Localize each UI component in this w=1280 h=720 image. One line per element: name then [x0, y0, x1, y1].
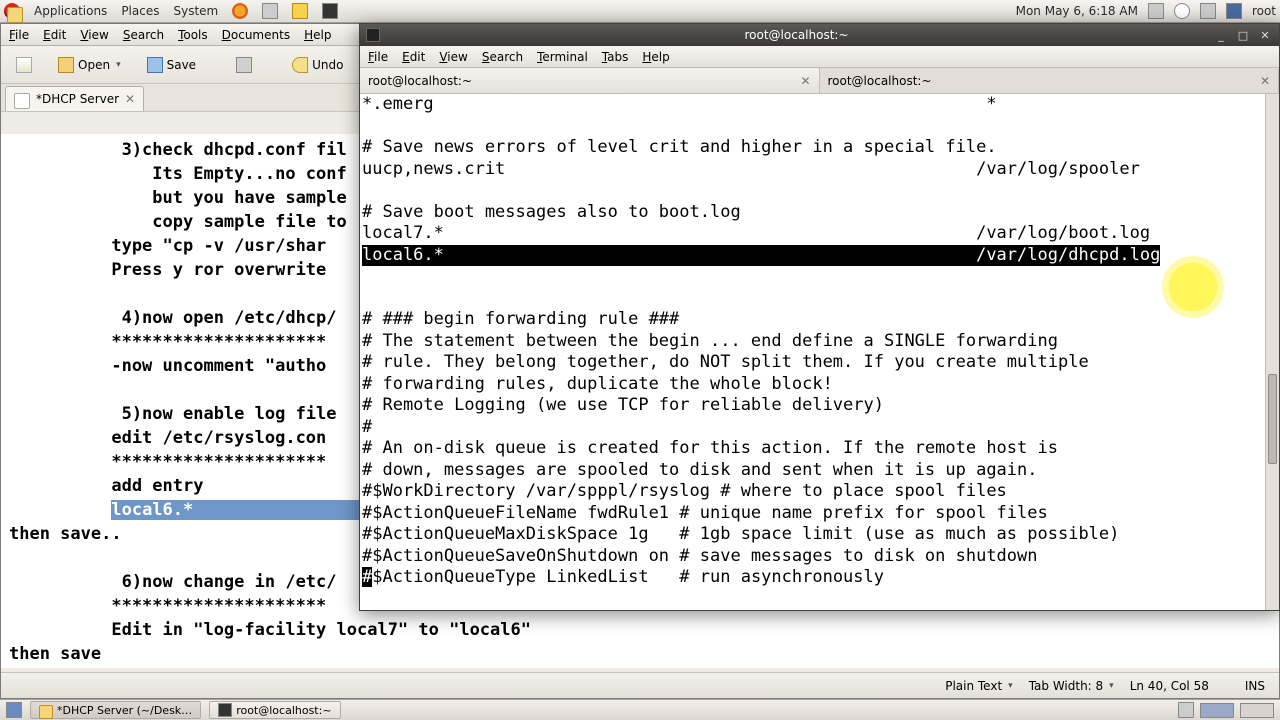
gedit-menu-file[interactable]: File	[9, 28, 29, 42]
document-icon	[14, 93, 30, 109]
terminal-title: root@localhost:~	[386, 28, 1207, 42]
taskbar-entry-gedit-label: *DHCP Server (~/Desk…	[57, 704, 192, 717]
terminal-tab-1[interactable]: root@localhost:~ ✕	[360, 68, 820, 93]
tray-icon-2[interactable]	[1174, 3, 1190, 19]
terminal-highlighted-line: local6.* /var/log/dhcpd.log	[362, 245, 1160, 267]
maximize-button[interactable]: □	[1235, 28, 1251, 42]
term-menu-terminal[interactable]: Terminal	[537, 50, 588, 64]
scrollbar-thumb[interactable]	[1268, 374, 1277, 464]
system-menu[interactable]: System	[173, 4, 218, 18]
applications-menu[interactable]: Applications	[34, 4, 107, 18]
open-icon	[58, 57, 74, 73]
terminal-tab-2[interactable]: root@localhost:~ ✕	[820, 68, 1280, 93]
terminal-icon	[366, 28, 380, 42]
gnome-bottom-panel: *DHCP Server (~/Desk… root@localhost:~	[0, 699, 1280, 720]
print-icon	[236, 57, 252, 73]
cursor-position: Ln 40, Col 58	[1130, 679, 1209, 693]
terminal-scrollbar[interactable]	[1265, 94, 1279, 610]
term-menu-edit[interactable]: Edit	[402, 50, 425, 64]
terminal-text-post: # ### begin forwarding rule ### # The st…	[362, 309, 1119, 566]
terminal-text-pre: *.emerg * # Save news errors of level cr…	[362, 94, 1150, 243]
document-tab-label: *DHCP Server	[36, 92, 119, 106]
gedit-titlebar-icon	[7, 7, 23, 23]
taskbar-entry-terminal-label: root@localhost:~	[236, 704, 331, 717]
terminal-cursor: #	[362, 567, 372, 587]
places-menu[interactable]: Places	[121, 4, 159, 18]
gedit-menu-documents[interactable]: Documents	[222, 28, 290, 42]
network-icon[interactable]	[1226, 3, 1242, 19]
terminal-text-last: $ActionQueueType LinkedList # run asynch…	[372, 567, 884, 587]
terminal-tab-1-label: root@localhost:~	[368, 74, 472, 88]
chevron-down-icon: ▾	[116, 60, 121, 70]
tab-width-dropdown[interactable]: Tab Width: 8 ▾	[1029, 679, 1114, 693]
save-button[interactable]: Save	[138, 52, 205, 78]
highlight-spot	[1162, 256, 1224, 318]
print-button[interactable]	[227, 52, 261, 78]
close-tab-icon[interactable]: ✕	[1260, 74, 1270, 88]
terminal-tabs: root@localhost:~ ✕ root@localhost:~ ✕	[360, 68, 1279, 94]
syntax-mode-label: Plain Text	[945, 679, 1002, 693]
minimize-button[interactable]: _	[1213, 28, 1229, 42]
terminal-launcher-icon[interactable]	[322, 3, 338, 19]
gedit-menu-search[interactable]: Search	[123, 28, 164, 42]
chevron-down-icon: ▾	[1008, 681, 1013, 691]
undo-icon	[292, 57, 308, 73]
term-menu-help[interactable]: Help	[642, 50, 669, 64]
gedit-menu-edit[interactable]: Edit	[43, 28, 66, 42]
undo-label: Undo	[312, 58, 343, 72]
tab-width-label: Tab Width: 8	[1029, 679, 1103, 693]
terminal-icon	[218, 703, 232, 717]
term-menu-file[interactable]: File	[368, 50, 388, 64]
volume-icon[interactable]	[1200, 3, 1216, 19]
terminal-window: root@localhost:~ _ □ ✕ File Edit View Se…	[359, 23, 1280, 611]
term-menu-view[interactable]: View	[439, 50, 467, 64]
gedit-statusbar: Plain Text▾ Tab Width: 8▾ Ln 40, Col 58 …	[1, 672, 1279, 698]
taskbar-entry-terminal[interactable]: root@localhost:~	[209, 701, 340, 719]
gedit-menu-help[interactable]: Help	[304, 28, 331, 42]
terminal-titlebar[interactable]: root@localhost:~ _ □ ✕	[360, 24, 1279, 46]
open-button[interactable]: Open ▾	[49, 52, 130, 78]
note-icon[interactable]	[292, 3, 308, 19]
file-manager-icon[interactable]	[262, 3, 278, 19]
document-icon	[39, 705, 53, 719]
syntax-mode-dropdown[interactable]: Plain Text ▾	[945, 679, 1012, 693]
insert-mode: INS	[1245, 679, 1265, 693]
new-file-icon	[16, 57, 32, 73]
workspace-2[interactable]	[1240, 703, 1274, 718]
taskbar-entry-gedit[interactable]: *DHCP Server (~/Desk…	[30, 701, 201, 719]
save-icon	[147, 57, 163, 73]
user-menu[interactable]: root	[1252, 4, 1276, 18]
close-button[interactable]: ✕	[1257, 28, 1273, 42]
save-label: Save	[167, 58, 196, 72]
firefox-icon[interactable]	[232, 3, 248, 19]
gnome-top-panel: Applications Places System Mon May 6, 6:…	[0, 0, 1280, 23]
tray-app-icon[interactable]	[1178, 702, 1194, 718]
close-tab-icon[interactable]: ✕	[125, 92, 135, 106]
document-tab[interactable]: *DHCP Server ✕	[5, 86, 144, 111]
terminal-menubar: File Edit View Search Terminal Tabs Help	[360, 46, 1279, 68]
chevron-down-icon: ▾	[1109, 681, 1114, 691]
tray-icon-1[interactable]	[1148, 3, 1164, 19]
term-menu-search[interactable]: Search	[482, 50, 523, 64]
new-button[interactable]	[7, 52, 41, 78]
open-label: Open	[78, 58, 110, 72]
gedit-menu-view[interactable]: View	[80, 28, 108, 42]
term-menu-tabs[interactable]: Tabs	[602, 50, 629, 64]
terminal-tab-2-label: root@localhost:~	[828, 74, 932, 88]
show-desktop-icon[interactable]	[6, 702, 22, 718]
undo-button[interactable]: Undo	[283, 52, 352, 78]
clock[interactable]: Mon May 6, 6:18 AM	[1016, 4, 1138, 18]
close-tab-icon[interactable]: ✕	[800, 74, 810, 88]
workspace-1[interactable]	[1200, 703, 1234, 718]
terminal-viewport[interactable]: *.emerg * # Save news errors of level cr…	[360, 94, 1265, 610]
editor-text-pre: 3)check dhcpd.conf fil Its Empty...no co…	[9, 140, 347, 520]
gedit-menu-tools[interactable]: Tools	[178, 28, 208, 42]
